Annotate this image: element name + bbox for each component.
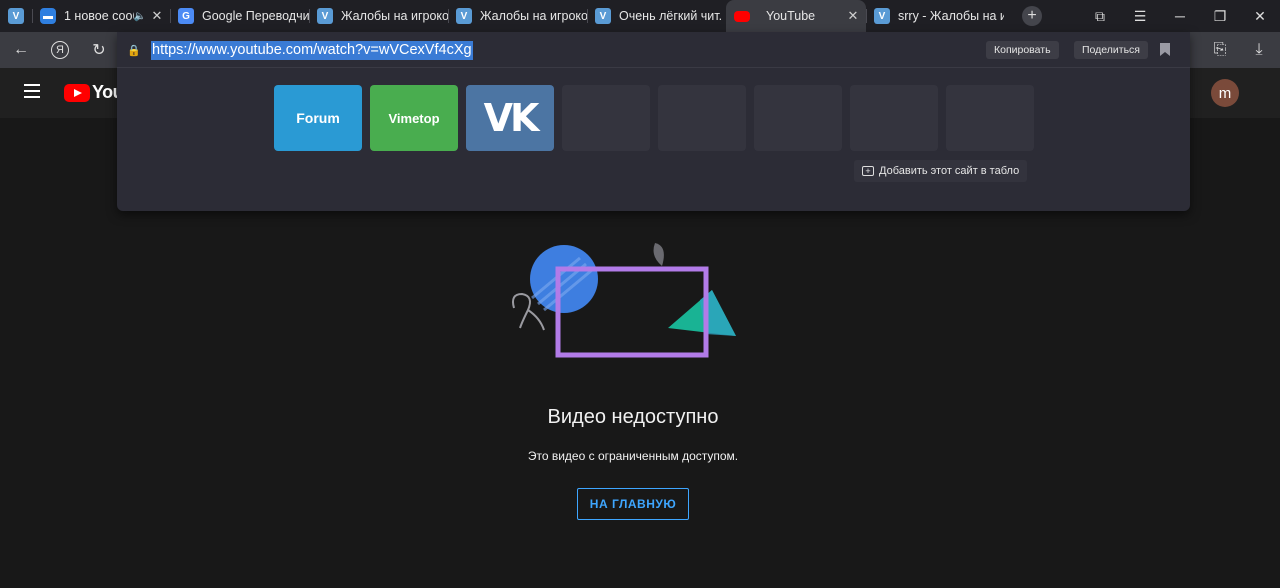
tab-bar: V ▬ 1 новое сооб 🔈 ✕ G Google Переводчи … [0,0,1280,32]
restore-icon[interactable]: ❐ [1200,0,1240,32]
collections-icon: ⎘ [1213,41,1227,58]
add-site-to-dial-button[interactable]: + Добавить этот сайт в табло [854,160,1028,182]
speed-dial-tiles: Forum Vimetop VK [274,85,1034,151]
tile-empty[interactable] [754,85,842,151]
yandex-button[interactable]: Я [48,38,72,62]
window-controls: ⧉ ☰ ─ ❐ ✕ [1080,0,1280,32]
vk-logo-icon: VK [483,96,540,140]
tile-empty[interactable] [658,85,746,151]
youtube-play-icon [64,83,90,102]
close-tab-icon[interactable]: ✕ [148,8,166,24]
avatar[interactable]: m [1211,79,1239,107]
close-tab-icon[interactable]: ✕ [844,8,862,24]
page-title: Видео недоступно [547,406,719,428]
home-button[interactable]: НА ГЛАВНУЮ [577,488,689,520]
tab-complaints-2[interactable]: V Жалобы на игроко [448,0,587,32]
tile-empty[interactable] [562,85,650,151]
unavailable-illustration [512,243,736,358]
message-icon: ▬ [40,8,56,24]
share-button[interactable]: Поделиться [1074,41,1148,59]
plus-icon: + [862,166,874,176]
vk-icon: V [874,8,890,24]
tile-forum[interactable]: Forum [274,85,362,151]
close-window-icon[interactable]: ✕ [1240,0,1280,32]
vk-icon: V [456,8,472,24]
speaker-icon[interactable]: 🔈 [134,11,146,22]
tab-title: Google Переводчи [202,9,309,23]
reload-icon: ↻ [92,42,106,59]
lock-icon[interactable]: 🔒 [127,43,141,57]
reading-list-button[interactable]: ⎘ [1208,38,1232,62]
yandex-icon: Я [51,41,69,59]
tabs-overview-icon[interactable]: ⧉ [1080,0,1120,32]
tile-vk[interactable]: VK [466,85,554,151]
downloads-button[interactable]: ⤓ [1247,38,1271,62]
back-button[interactable]: ← [9,38,33,62]
arrow-left-icon: ← [13,41,29,58]
vk-icon: V [595,8,611,24]
add-site-label: Добавить этот сайт в табло [879,165,1020,177]
download-icon: ⤓ [1255,41,1263,58]
tab-easy-cheat[interactable]: V Очень лёгкий чит. [587,0,726,32]
menu-icon[interactable]: ☰ [1120,0,1160,32]
tab-vk-pinned[interactable]: V [0,0,32,32]
tab-title: 1 новое сооб [64,9,134,23]
hamburger-menu-icon[interactable] [24,84,40,98]
minimize-icon[interactable]: ─ [1160,0,1200,32]
tile-empty[interactable] [850,85,938,151]
reload-button[interactable]: ↻ [87,38,111,62]
tile-vimetop[interactable]: Vimetop [370,85,458,151]
copy-button[interactable]: Копировать [986,41,1059,59]
bookmark-icon[interactable] [1160,43,1170,57]
vk-icon: V [317,8,333,24]
tab-title: Жалобы на игроко [341,9,448,23]
url-input[interactable]: https://www.youtube.com/watch?v=wVCexVf4… [151,41,473,60]
tile-empty[interactable] [946,85,1034,151]
tab-title: Очень лёгкий чит. [619,9,723,23]
youtube-icon [734,10,750,22]
omnibox-dropdown: 🔒 https://www.youtube.com/watch?v=wVCexV… [117,32,1190,211]
tab-messages[interactable]: ▬ 1 новое сооб 🔈 ✕ [32,0,170,32]
tab-srry-complaints[interactable]: V srry - Жалобы на и [866,0,1004,32]
vk-icon: V [8,8,24,24]
tab-complaints-1[interactable]: V Жалобы на игроко [309,0,448,32]
google-translate-icon: G [178,8,194,24]
new-tab-button[interactable]: + [1022,6,1042,26]
page-subtitle: Это видео с ограниченным доступом. [527,449,739,463]
tab-title: srry - Жалобы на и [898,9,1004,23]
address-bar: 🔒 https://www.youtube.com/watch?v=wVCexV… [117,32,1190,68]
tab-title: YouTube [766,9,816,23]
tab-google-translate[interactable]: G Google Переводчи [170,0,309,32]
tab-youtube[interactable]: YouTube ✕ [726,0,866,32]
tab-title: Жалобы на игроко [480,9,587,23]
